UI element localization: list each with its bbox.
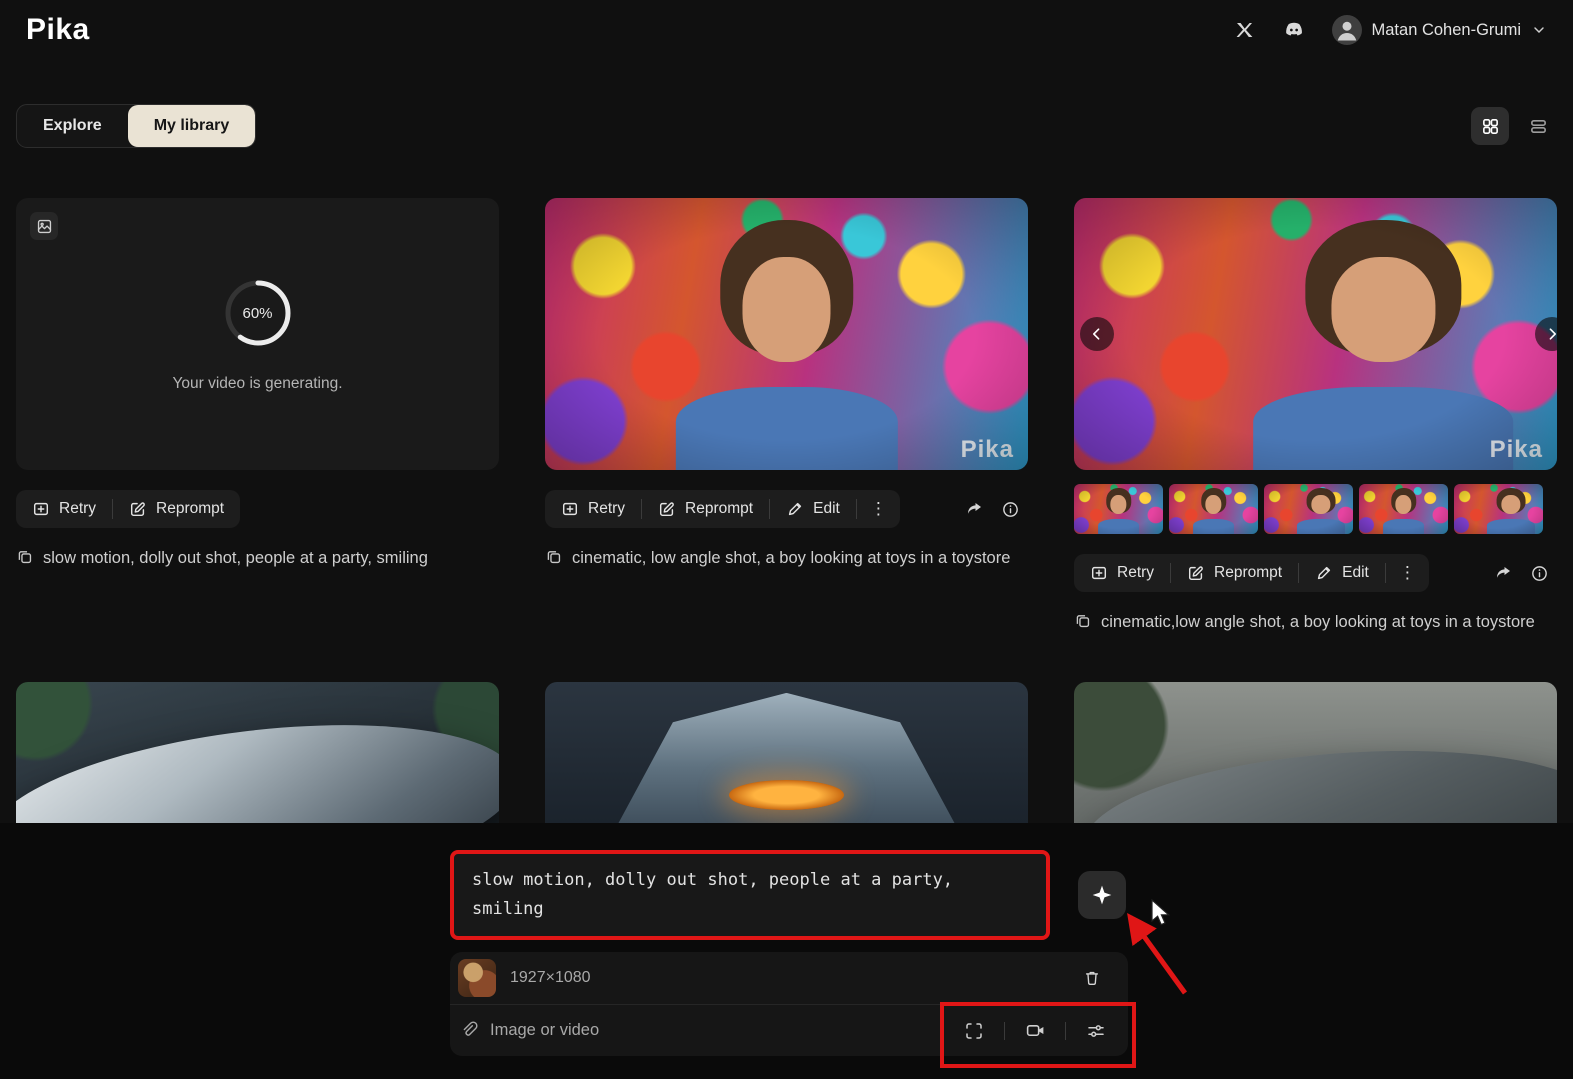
prompt-text: cinematic,low angle shot, a boy looking … xyxy=(1101,613,1535,631)
header-right: Matan Cohen-Grumi xyxy=(1232,15,1547,45)
tab-my-library[interactable]: My library xyxy=(127,105,256,147)
variant-thumbnail[interactable] xyxy=(1359,484,1448,534)
view-toggle xyxy=(1471,107,1557,145)
edit-label: Edit xyxy=(1342,564,1369,581)
variant-thumbnail[interactable] xyxy=(1264,484,1353,534)
info-icon[interactable] xyxy=(1521,555,1557,591)
prompt-composer: slow motion, dolly out shot, people at a… xyxy=(450,850,1136,1068)
info-icon[interactable] xyxy=(992,491,1028,527)
attachment-row: 1927×1080 xyxy=(450,952,1128,1004)
pika-watermark: Pika xyxy=(960,436,1014,463)
generation-card: 60% Your video is generating. Retry Repr… xyxy=(16,198,499,634)
top-bar: Pika Matan Cohen-Grumi xyxy=(0,0,1573,60)
generating-panel: 60% Your video is generating. xyxy=(16,198,499,470)
actions-group: Retry Reprompt xyxy=(16,490,241,528)
mouse-cursor xyxy=(1151,899,1171,926)
video-thumbnail[interactable]: Pika xyxy=(545,198,1028,470)
actions-group: Retry Reprompt Edit ⋮ xyxy=(545,490,900,528)
more-options-button[interactable]: ⋮ xyxy=(857,490,900,528)
progress-ring: 60% xyxy=(220,275,296,351)
prompt-row: cinematic, low angle shot, a boy looking… xyxy=(545,546,1028,570)
avatar xyxy=(1331,15,1362,45)
composer-tools xyxy=(944,1012,1126,1050)
reprompt-label: Reprompt xyxy=(685,500,754,517)
video-card: Pika Retry Reprompt Edit ⋮ cinematic, lo… xyxy=(545,198,1028,634)
library-tabs: Explore My library xyxy=(16,104,257,148)
list-view-button[interactable] xyxy=(1519,107,1557,145)
video-card-carousel: Pika Retry Reprompt Edit ⋮ cinematic,low… xyxy=(1074,198,1557,634)
generate-button[interactable] xyxy=(1078,871,1126,919)
paperclip-icon xyxy=(460,1021,479,1040)
carousel-next-button[interactable] xyxy=(1535,317,1557,351)
attached-image-thumbnail xyxy=(458,959,496,997)
edit-label: Edit xyxy=(813,500,840,517)
card-actions: Retry Reprompt Edit ⋮ xyxy=(545,490,1028,528)
grid-view-button[interactable] xyxy=(1471,107,1509,145)
account-menu[interactable]: Matan Cohen-Grumi xyxy=(1331,15,1547,45)
copy-icon[interactable] xyxy=(1074,612,1091,634)
boy-subject-shape xyxy=(1252,219,1514,470)
reprompt-button[interactable]: Reprompt xyxy=(1171,554,1298,592)
trash-icon[interactable] xyxy=(1074,960,1110,996)
boy-subject-shape xyxy=(675,219,898,470)
card-actions: Retry Reprompt xyxy=(16,490,499,528)
variant-thumbnail[interactable] xyxy=(1169,484,1258,534)
variant-thumbnail[interactable] xyxy=(1074,484,1163,534)
toolbar: Explore My library xyxy=(0,104,1573,148)
pika-app: Pika Matan Cohen-Grumi Explore My librar… xyxy=(0,0,1573,1079)
reprompt-label: Reprompt xyxy=(156,500,225,517)
card-actions: Retry Reprompt Edit ⋮ xyxy=(1074,554,1557,592)
image-icon xyxy=(30,212,58,240)
copy-icon[interactable] xyxy=(16,548,33,570)
actions-group: Retry Reprompt Edit ⋮ xyxy=(1074,554,1429,592)
variant-thumbnail[interactable] xyxy=(1454,484,1543,534)
attach-media-button[interactable]: Image or video xyxy=(460,1021,599,1040)
composer-top-row: slow motion, dolly out shot, people at a… xyxy=(450,850,1128,940)
discord-icon[interactable] xyxy=(1282,18,1306,42)
video-camera-icon[interactable] xyxy=(1005,1012,1065,1050)
composer-overlay: slow motion, dolly out shot, people at a… xyxy=(0,823,1573,1079)
retry-label: Retry xyxy=(588,500,626,517)
retry-label: Retry xyxy=(1117,564,1155,581)
pika-watermark: Pika xyxy=(1489,436,1543,463)
copy-icon[interactable] xyxy=(545,548,562,570)
share-icon[interactable] xyxy=(956,491,992,527)
retry-button[interactable]: Retry xyxy=(1074,554,1170,592)
prompt-row: cinematic,low angle shot, a boy looking … xyxy=(1074,610,1557,634)
reprompt-button[interactable]: Reprompt xyxy=(642,490,769,528)
reprompt-button[interactable]: Reprompt xyxy=(113,490,240,528)
more-options-button[interactable]: ⋮ xyxy=(1386,554,1429,592)
chevron-down-icon xyxy=(1531,22,1547,38)
pika-logo[interactable]: Pika xyxy=(26,13,90,47)
generation-status: Your video is generating. xyxy=(172,375,343,392)
video-thumbnail[interactable]: Pika xyxy=(1074,198,1557,470)
user-name: Matan Cohen-Grumi xyxy=(1371,20,1521,39)
retry-label: Retry xyxy=(59,500,97,517)
prompt-text: cinematic, low angle shot, a boy looking… xyxy=(572,549,1011,567)
aspect-ratio-icon[interactable] xyxy=(944,1012,1004,1050)
prompt-row: slow motion, dolly out shot, people at a… xyxy=(16,546,499,570)
reprompt-label: Reprompt xyxy=(1214,564,1283,581)
composer-bottom-row: Image or video xyxy=(450,1004,1128,1056)
attach-label: Image or video xyxy=(490,1021,600,1039)
x-twitter-icon[interactable] xyxy=(1232,18,1256,42)
prompt-input[interactable]: slow motion, dolly out shot, people at a… xyxy=(450,850,1050,940)
carousel-prev-button[interactable] xyxy=(1080,317,1114,351)
resolution-label: 1927×1080 xyxy=(510,969,591,986)
retry-button[interactable]: Retry xyxy=(16,490,112,528)
edit-button[interactable]: Edit xyxy=(770,490,856,528)
progress-percent: 60% xyxy=(242,304,273,322)
settings-sliders-icon[interactable] xyxy=(1066,1012,1126,1050)
visor-glow-shape xyxy=(728,779,845,810)
prompt-text: slow motion, dolly out shot, people at a… xyxy=(43,549,428,567)
variant-thumbnails xyxy=(1074,484,1557,534)
tab-explore[interactable]: Explore xyxy=(17,105,128,147)
share-icon[interactable] xyxy=(1485,555,1521,591)
retry-button[interactable]: Retry xyxy=(545,490,641,528)
edit-button[interactable]: Edit xyxy=(1299,554,1385,592)
